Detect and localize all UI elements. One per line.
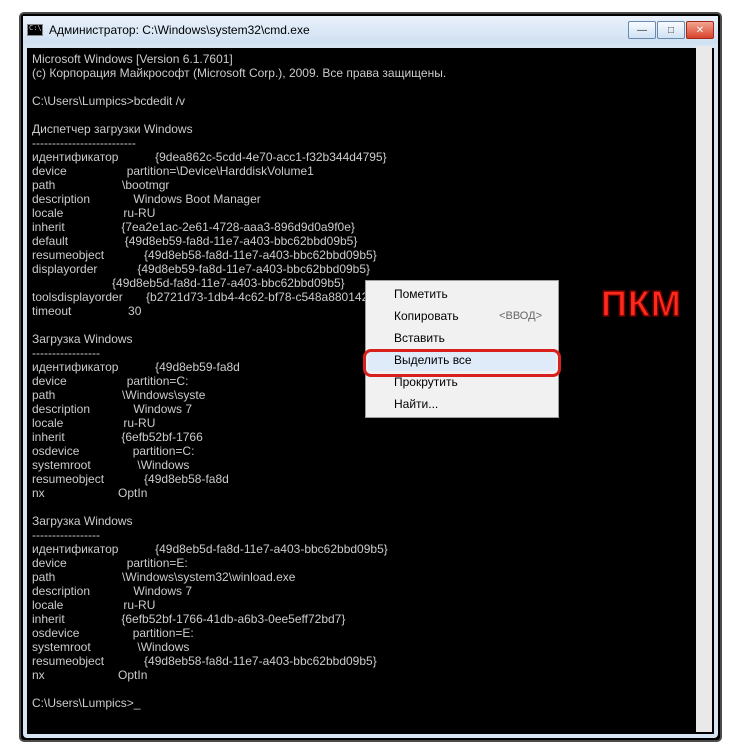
maximize-button[interactable]: □ — [657, 21, 685, 39]
menu-item-label: Пометить — [394, 287, 448, 301]
cmd-icon — [27, 24, 43, 36]
close-button[interactable]: ✕ — [686, 21, 714, 39]
window-title: Администратор: C:\Windows\system32\cmd.e… — [49, 23, 622, 37]
titlebar[interactable]: Администратор: C:\Windows\system32\cmd.e… — [23, 16, 718, 44]
scrollbar[interactable] — [696, 46, 712, 732]
context-menu: Пометить Копировать <ВВОД> Вставить Выделить… — [365, 280, 559, 418]
menu-item-label: Копировать — [394, 309, 459, 323]
context-menu-item-1[interactable]: Копировать <ВВОД> — [368, 305, 556, 327]
menu-item-label: Выделить все — [394, 353, 472, 367]
pkm-label: ПКМ — [601, 283, 682, 325]
menu-item-label: Прокрутить — [394, 375, 458, 389]
context-menu-item-0[interactable]: Пометить — [368, 283, 556, 305]
context-menu-item-5[interactable]: Найти... — [368, 393, 556, 415]
menu-item-label: Вставить — [394, 331, 445, 345]
window-controls: — □ ✕ — [628, 21, 714, 39]
menu-item-label: Найти... — [394, 397, 438, 411]
context-menu-item-3[interactable]: Выделить все — [368, 349, 556, 371]
menu-item-hint: <ВВОД> — [499, 310, 542, 322]
context-menu-item-2[interactable]: Вставить — [368, 327, 556, 349]
context-menu-item-4[interactable]: Прокрутить — [368, 371, 556, 393]
minimize-button[interactable]: — — [628, 21, 656, 39]
